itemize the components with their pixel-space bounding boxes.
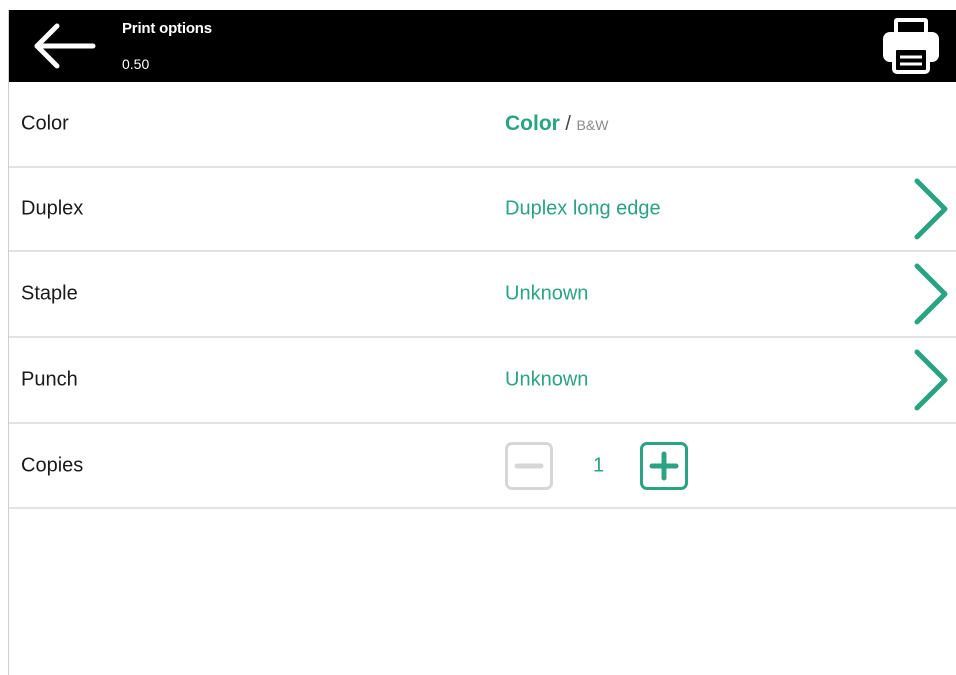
option-row-duplex[interactable]: Duplex Duplex long edge <box>9 168 956 252</box>
header-bar: Print options 0.50 <box>9 10 956 82</box>
copies-label: Copies <box>21 454 84 476</box>
option-row-copies: Copies 1 <box>9 424 956 509</box>
page-subtitle-price: 0.50 <box>122 56 150 72</box>
chevron-right-icon[interactable] <box>911 177 951 241</box>
bw-option[interactable]: B&W <box>577 117 609 133</box>
plus-icon <box>649 451 679 480</box>
minus-icon <box>514 463 544 468</box>
color-label: Color <box>21 112 69 135</box>
color-option-selected[interactable]: Color <box>505 112 560 135</box>
punch-label: Punch <box>21 368 78 391</box>
app-frame: Print options 0.50 Color Color / B&W Dup… <box>8 10 956 675</box>
option-row-color: Color Color / B&W <box>9 82 956 168</box>
chevron-right-icon[interactable] <box>911 262 951 326</box>
page-title: Print options <box>122 20 212 37</box>
printer-icon <box>883 18 939 74</box>
arrow-left-icon <box>34 23 96 69</box>
print-button[interactable] <box>879 14 943 76</box>
duplex-value: Duplex long edge <box>505 197 661 220</box>
staple-value: Unknown <box>505 282 589 305</box>
punch-value: Unknown <box>505 368 589 391</box>
color-toggle: Color / B&W <box>505 112 608 136</box>
option-row-staple[interactable]: Staple Unknown <box>9 252 956 338</box>
color-separator: / <box>565 113 571 135</box>
decrement-copies-button[interactable] <box>505 441 553 490</box>
back-button[interactable] <box>29 20 99 72</box>
staple-label: Staple <box>21 282 78 305</box>
option-row-punch[interactable]: Punch Unknown <box>9 338 956 424</box>
copies-count: 1 <box>593 454 605 476</box>
duplex-label: Duplex <box>21 197 84 220</box>
chevron-right-icon[interactable] <box>911 348 951 412</box>
increment-copies-button[interactable] <box>640 441 688 490</box>
